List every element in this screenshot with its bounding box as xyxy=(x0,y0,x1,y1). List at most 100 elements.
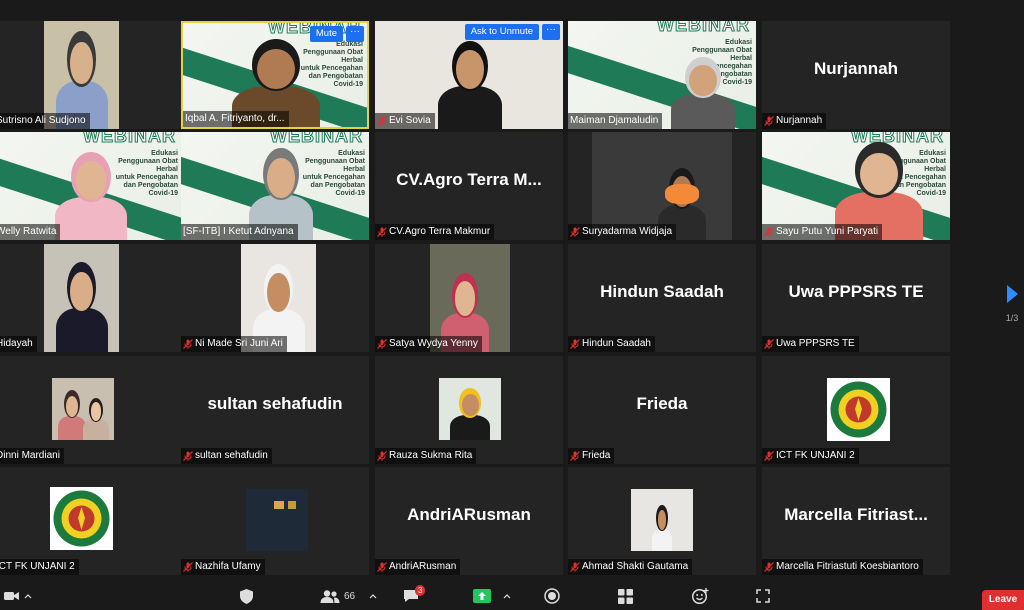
participant-tile[interactable]: Nazhifa Ufamy xyxy=(181,467,369,575)
participant-name: CV.Agro Terra Makmur xyxy=(389,226,491,237)
participant-name-label: Hidayah xyxy=(0,336,37,352)
participant-tile[interactable]: WEBINAREdukasiPenggunaan Obat Herbaluntu… xyxy=(568,21,756,129)
participant-name: Hidayah xyxy=(0,338,33,349)
participant-name-label: Nurjannah xyxy=(762,113,827,129)
participant-tile[interactable]: Rauza Sukma Rita xyxy=(375,356,563,464)
fullscreen-button[interactable] xyxy=(756,585,770,607)
participant-tile[interactable]: WEBINAREdukasiPenggunaan Obat Herbaluntu… xyxy=(181,132,369,240)
participant-name-label: CV.Agro Terra Makmur xyxy=(375,224,495,240)
participant-name-label: ICT FK UNJANI 2 xyxy=(762,448,859,464)
chevron-up-icon[interactable] xyxy=(24,593,32,599)
institution-logo xyxy=(50,487,113,550)
chat-button[interactable]: 3 xyxy=(403,585,426,607)
muted-mic-icon xyxy=(377,116,387,126)
participant-tile[interactable]: Frieda Frieda xyxy=(568,356,756,464)
participant-name: Suryadarma Widjaja xyxy=(582,226,673,237)
chevron-up-icon[interactable] xyxy=(369,593,377,599)
participant-tile[interactable]: Ahmad Shakti Gautama xyxy=(568,467,756,575)
participant-tile[interactable]: WEBINAREdukasiPenggunaan Obat Herbaluntu… xyxy=(762,132,950,240)
participant-tile[interactable]: Ask to Unmute ··· Evi Sovia xyxy=(375,21,563,129)
participant-name-label: Maiman Djamaludin xyxy=(568,113,663,129)
muted-mic-icon xyxy=(570,451,580,461)
participant-name-label: Uwa PPPSRS TE xyxy=(762,336,859,352)
participant-name: Welly Ratwita xyxy=(0,226,57,237)
participant-display-name: Nurjannah xyxy=(813,59,899,78)
participant-display-name: Hindun Saadah xyxy=(600,282,724,301)
participant-tile[interactable]: Satya Wydya Yenny xyxy=(375,244,563,352)
participant-video-figure xyxy=(49,254,114,352)
muted-mic-icon xyxy=(764,227,774,237)
muted-mic-icon xyxy=(570,562,580,572)
participant-tile[interactable]: Nurjannah Nurjannah xyxy=(762,21,950,129)
webinar-title: WEBINAR xyxy=(657,21,750,36)
participant-display-name: AndriARusman xyxy=(407,505,531,524)
participant-tile[interactable]: ICT FK UNJANI 2 xyxy=(762,356,950,464)
participants-count: 66 xyxy=(344,590,356,602)
participant-tile[interactable]: WEBINAREdukasiPenggunaan Obat Herbaluntu… xyxy=(0,132,182,240)
muted-mic-icon xyxy=(183,339,193,349)
muted-mic-icon xyxy=(377,227,387,237)
page-indicator: 1/3 xyxy=(1005,313,1019,323)
participant-name-label: Suryadarma Widjaja xyxy=(568,224,677,240)
participant-tile[interactable]: ICT FK UNJANI 2 xyxy=(0,467,182,575)
muted-mic-icon xyxy=(764,116,774,126)
participant-name-label: [SF-ITB] I Ketut Adnyana xyxy=(181,224,298,240)
muted-mic-icon xyxy=(183,562,193,572)
participant-tile[interactable]: Sutrisno Ali Sudjono xyxy=(0,21,182,129)
participant-video-figure xyxy=(649,501,675,551)
leave-button[interactable]: Leave xyxy=(982,590,1024,610)
participant-tile[interactable]: Dinni Mardiani xyxy=(0,356,182,464)
window-light xyxy=(288,501,296,509)
participant-name: Evi Sovia xyxy=(389,115,431,126)
muted-mic-icon xyxy=(377,562,387,572)
security-button[interactable] xyxy=(240,585,253,607)
participant-tile[interactable]: Hindun Saadah Hindun Saadah xyxy=(568,244,756,352)
chevron-up-icon[interactable] xyxy=(503,593,511,599)
participants-icon xyxy=(320,589,340,603)
participant-tile[interactable]: Ni Made Sri Juni Ari xyxy=(181,244,369,352)
participant-tile[interactable]: AndriARusman AndriARusman xyxy=(375,467,563,575)
muted-mic-icon xyxy=(570,339,580,349)
participants-button[interactable]: 66 xyxy=(320,585,377,607)
participant-name: Maiman Djamaludin xyxy=(570,115,659,126)
chevron-right-icon[interactable] xyxy=(1006,285,1018,303)
participant-name: ICT FK UNJANI 2 xyxy=(776,450,855,461)
muted-mic-icon xyxy=(764,339,774,349)
more-options-icon[interactable]: ··· xyxy=(542,24,560,40)
participant-name: sultan sehafudin xyxy=(195,450,268,461)
more-options-icon[interactable]: ··· xyxy=(346,26,364,42)
participant-tile[interactable]: Marcella Fitriast... Marcella Fitriastuti… xyxy=(762,467,950,575)
participant-display-name: Frieda xyxy=(636,394,688,413)
mute-participant-button[interactable]: Mute xyxy=(309,26,343,42)
reactions-button[interactable] xyxy=(692,585,709,607)
participant-tile[interactable]: CV.Agro Terra M... CV.Agro Terra Makmur xyxy=(375,132,563,240)
participant-tile[interactable]: Suryadarma Widjaja xyxy=(568,132,756,240)
ask-to-unmute-button[interactable]: Ask to Unmute xyxy=(464,24,539,40)
next-page-control[interactable]: 1/3 xyxy=(1000,285,1024,323)
participant-name: Ahmad Shakti Gautama xyxy=(582,561,689,572)
video-toggle-button[interactable] xyxy=(4,585,32,607)
participant-tile[interactable]: WEBINAREdukasiPenggunaan Obat Herbaluntu… xyxy=(181,21,369,129)
participant-name: Dinni Mardiani xyxy=(0,450,60,461)
participant-video-figure xyxy=(663,51,743,129)
participant-name-label: ICT FK UNJANI 2 xyxy=(0,559,79,575)
face-mask xyxy=(665,184,699,204)
participant-tile[interactable]: Hidayah xyxy=(0,244,182,352)
record-button[interactable] xyxy=(544,585,560,607)
participant-name: Rauza Sukma Rita xyxy=(389,450,473,461)
muted-mic-icon xyxy=(377,339,387,349)
participant-name-label: Marcella Fitriastuti Koesbiantoro xyxy=(762,559,923,575)
apps-button[interactable] xyxy=(618,585,633,607)
muted-mic-icon xyxy=(764,562,774,572)
window-light xyxy=(274,501,284,509)
share-screen-button[interactable] xyxy=(473,585,511,607)
shield-icon xyxy=(240,588,253,604)
participant-name-label: Frieda xyxy=(568,448,615,464)
muted-mic-icon xyxy=(377,451,387,461)
participant-name: Sutrisno Ali Sudjono xyxy=(0,115,86,126)
participant-tile[interactable]: sultan sehafudin sultan sehafudin xyxy=(181,356,369,464)
participant-display-name: sultan sehafudin xyxy=(207,394,343,413)
participant-name-label: Sutrisno Ali Sudjono xyxy=(0,113,90,129)
participant-tile[interactable]: Uwa PPPSRS TE Uwa PPPSRS TE xyxy=(762,244,950,352)
participant-name-label: Nazhifa Ufamy xyxy=(181,559,265,575)
